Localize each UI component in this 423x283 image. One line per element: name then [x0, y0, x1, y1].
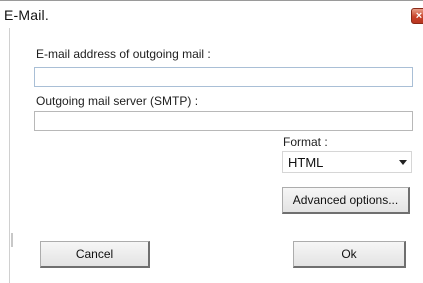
format-selected-value: HTML	[288, 155, 324, 170]
email-address-input[interactable]	[34, 67, 413, 87]
title-bar[interactable]: E-Mail. ×	[0, 4, 423, 28]
format-select[interactable]: HTML	[282, 151, 412, 173]
advanced-options-button[interactable]: Advanced options...	[282, 187, 410, 214]
left-edge-tick	[11, 233, 13, 247]
cancel-button[interactable]: Cancel	[40, 241, 150, 268]
email-address-label: E-mail address of outgoing mail :	[36, 47, 211, 61]
format-label: Format :	[283, 135, 328, 149]
left-divider	[9, 28, 10, 283]
smtp-server-input[interactable]	[34, 111, 413, 131]
close-button[interactable]: ×	[411, 8, 423, 24]
ok-button[interactable]: Ok	[293, 241, 406, 268]
smtp-server-label: Outgoing mail server (SMTP) :	[36, 94, 199, 108]
email-dialog: E-Mail. × E-mail address of outgoing mai…	[0, 0, 423, 283]
dropdown-arrow-icon	[399, 160, 407, 165]
window-title: E-Mail.	[4, 7, 49, 23]
close-icon: ×	[415, 10, 423, 22]
